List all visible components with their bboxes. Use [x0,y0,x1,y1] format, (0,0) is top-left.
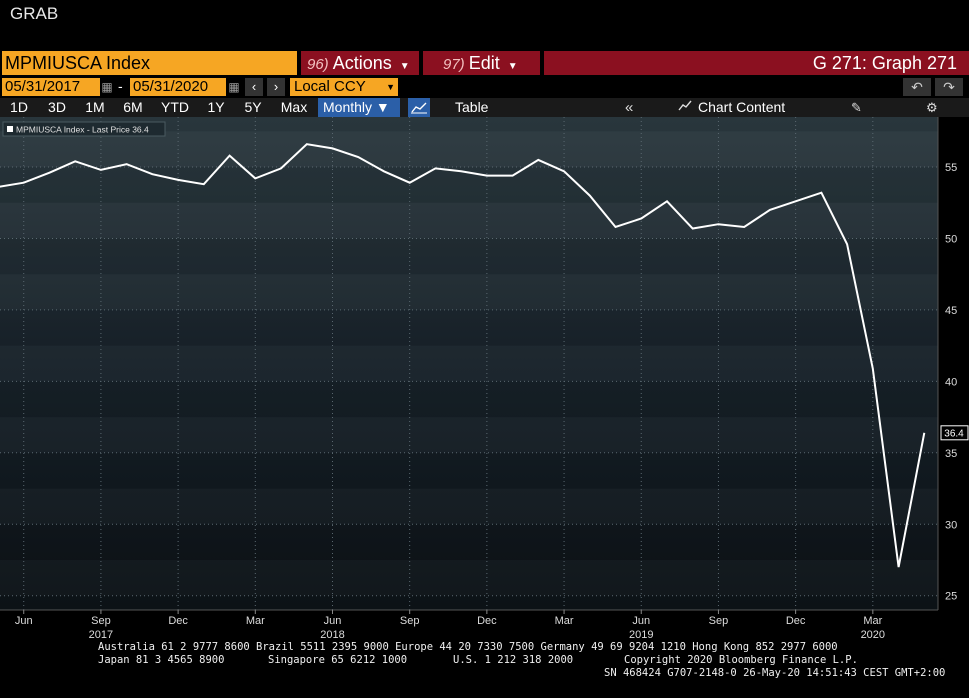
line-chart-icon[interactable] [408,98,430,117]
x-year-label: 2018 [320,629,344,641]
chart-content-button[interactable]: Chart Content [678,98,785,117]
table-button[interactable]: Table [455,98,488,117]
last-value-marker: 36.4 [940,425,969,441]
footer-contacts-us: U.S. 1 212 318 2000 [453,654,574,666]
timeframe-max[interactable]: Max [276,98,312,117]
plot-band [0,381,938,418]
graph-title: G 271: Graph 271 [544,51,969,75]
actions-label: Actions [332,53,392,73]
timeframe-1y[interactable]: 1Y [201,98,231,117]
ticker-field[interactable]: MPMIUSCA Index [2,51,297,75]
y-tick-label: 55 [945,162,957,174]
legend-swatch [7,126,13,132]
plot-band [0,452,938,489]
start-date-input[interactable]: 05/31/2017 [2,78,100,96]
edit-menu-button[interactable]: 97) Edit ▼ [423,51,540,75]
calendar-icon[interactable]: ▦ [227,78,241,96]
footer-contacts-singapore: Singapore 65 6212 1000 [268,654,408,666]
timeframe-1m[interactable]: 1M [80,98,110,117]
legend-label: MPMIUSCA Index - Last Price 36.4 [16,125,149,135]
plot-band [0,238,938,275]
plot-band [0,524,938,560]
x-tick-label: Jun [632,615,650,627]
plot-band [0,309,938,346]
timeframe-5y[interactable]: 5Y [238,98,268,117]
footer-contacts-japan: Japan 81 3 4565 8900 [98,654,225,666]
periodicity-value: Monthly [323,99,373,115]
plot-band [0,560,938,596]
arrow-left-icon[interactable]: ‹ [245,78,263,96]
y-tick-label: 45 [945,305,957,317]
top-label: GRAB [10,4,59,23]
x-tick-label: Jun [324,615,342,627]
x-year-label: 2017 [89,629,113,641]
y-tick-label: 35 [945,448,957,460]
line-chart: 25303540455055 Jun Sep Dec Mar Jun Sep Dec Mar J… [0,117,969,641]
actions-menu-button[interactable]: 96) Actions ▼ [301,51,419,75]
double-chevron-left-icon[interactable]: « [625,98,633,117]
undo-icon[interactable]: ↶ [903,78,931,96]
x-tick-label: Dec [786,615,806,627]
currency-value: Local CCY [294,78,366,95]
plot-band [0,274,938,310]
timeframe-6m[interactable]: 6M [118,98,148,117]
footer-contacts-line1: Australia 61 2 9777 8600 Brazil 5511 239… [98,641,838,653]
y-tick-labels: 25 30 35 40 45 50 55 [945,162,957,603]
chevron-down-icon: ▼ [375,99,390,115]
plot-band [0,131,938,167]
x-tick-label: Sep [400,615,420,627]
chart-content-icon [678,98,694,117]
end-date-input[interactable]: 05/31/2020 [130,78,226,96]
x-tick-label: Sep [91,615,111,627]
y-tick-label: 30 [945,519,957,531]
x-year-label: 2019 [629,629,653,641]
calendar-icon[interactable]: ▦ [100,78,114,96]
x-tick-label: Mar [555,615,574,627]
x-tick-label: Jun [15,615,33,627]
currency-select[interactable]: Local CCY ▼ [290,78,398,96]
y-tick-label: 25 [945,591,957,603]
redo-icon[interactable]: ↷ [935,78,963,96]
pencil-icon[interactable]: ✎ [851,98,862,117]
gear-icon[interactable]: ⚙ [926,98,938,117]
plot-band [0,489,938,525]
x-year-label: 2020 [861,629,885,641]
x-tick-labels: Jun Sep Dec Mar Jun Sep Dec Mar Jun Sep Dec Mar 2017… [15,610,885,641]
chevron-down-icon: ▼ [507,61,518,72]
chart-content-label: Chart Content [698,99,786,115]
footer-copyright: Copyright 2020 Bloomberg Finance L.P. [624,654,858,666]
date-separator: - [118,78,123,94]
x-tick-label: Sep [709,615,729,627]
footer-session-info: SN 468424 G707-2148-0 26-May-20 14:51:43… [604,667,946,679]
x-tick-label: Dec [477,615,497,627]
timeframe-3d[interactable]: 3D [42,98,72,117]
y-tick-label: 50 [945,233,957,245]
actions-number: 96) [307,56,329,73]
legend: MPMIUSCA Index - Last Price 36.4 [2,121,166,137]
plot-band [0,346,938,382]
chevron-down-icon: ▼ [386,82,395,92]
arrow-right-icon[interactable]: › [267,78,285,96]
edit-label: Edit [468,53,500,73]
last-value-label: 36.4 [944,428,964,439]
chevron-down-icon: ▼ [399,61,410,72]
edit-number: 97) [443,56,465,73]
x-tick-label: Mar [863,615,882,627]
plot-band [0,203,938,239]
x-tick-label: Mar [246,615,265,627]
periodicity-select[interactable]: Monthly ▼ [318,98,400,117]
x-tick-label: Dec [168,615,188,627]
plot-band [0,417,938,453]
timeframe-ytd[interactable]: YTD [156,98,194,117]
y-tick-label: 40 [945,376,957,388]
timeframe-1d[interactable]: 1D [4,98,34,117]
